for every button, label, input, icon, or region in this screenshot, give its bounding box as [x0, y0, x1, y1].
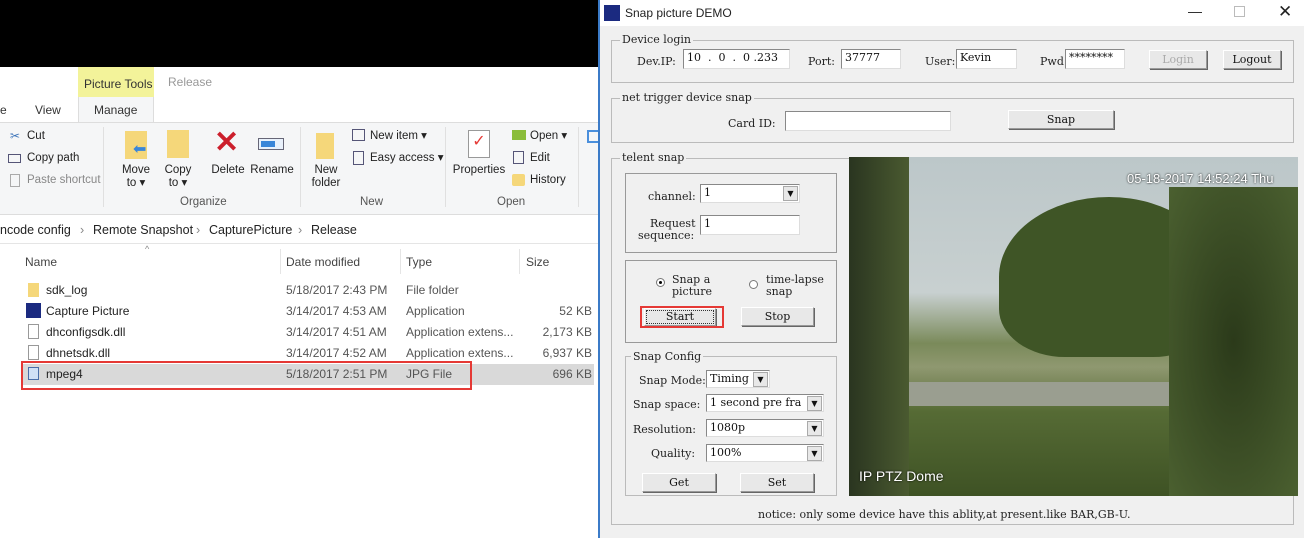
device-login-legend: Device login — [620, 33, 694, 46]
copy-path-icon — [8, 154, 21, 163]
highlight-box — [21, 361, 472, 390]
edit-icon — [513, 151, 524, 164]
breadcrumb-item[interactable]: CapturePicture — [209, 223, 292, 237]
edit-button[interactable]: Edit — [530, 152, 550, 165]
request-sequence-input[interactable]: 1 — [700, 215, 800, 235]
user-input[interactable]: Kevin — [956, 49, 1017, 69]
tab-release[interactable]: Release — [168, 75, 212, 89]
sort-up-icon: ^ — [145, 244, 150, 254]
port-input[interactable]: 37777 — [841, 49, 901, 69]
snap-button[interactable]: Snap — [1008, 110, 1114, 129]
camera-snapshot: 05-18-2017 14:52:24 Thu IP PTZ Dome — [849, 157, 1298, 496]
maximize-button[interactable] — [1234, 6, 1245, 17]
file-row[interactable]: dhconfigsdk.dll 3/14/2017 4:51 AM Applic… — [22, 322, 594, 343]
tab-manage[interactable]: Manage — [94, 103, 137, 117]
quality-select[interactable]: 100% ▼ — [706, 444, 824, 462]
file-row[interactable]: Capture Picture 3/14/2017 4:53 AM Applic… — [22, 301, 594, 322]
tab-view[interactable]: View — [35, 103, 61, 117]
folder-icon — [28, 283, 39, 297]
app-icon — [26, 303, 41, 318]
chevron-down-icon: ▼ — [753, 372, 768, 387]
column-size[interactable]: Size — [526, 255, 549, 269]
channel-select[interactable]: 1 ▼ — [700, 184, 800, 203]
get-button[interactable]: Get — [642, 473, 716, 492]
snap-picture-radio[interactable] — [656, 278, 665, 287]
minimize-button[interactable]: — — [1188, 3, 1202, 19]
cut-button[interactable]: Cut — [27, 130, 45, 143]
paste-shortcut-button[interactable]: Paste shortcut — [27, 174, 101, 187]
card-id-input[interactable] — [785, 111, 951, 131]
time-lapse-radio[interactable] — [749, 280, 758, 289]
move-to-icon: ⬅ — [125, 131, 147, 159]
move-to-button[interactable]: Move to ▾ — [118, 164, 154, 190]
new-item-icon — [352, 129, 365, 141]
cut-icon: ✂ — [10, 129, 21, 143]
delete-button[interactable]: Delete — [208, 164, 248, 177]
resolution-select[interactable]: 1080p ▼ — [706, 419, 824, 437]
new-folder-icon — [316, 133, 334, 159]
dll-icon — [28, 324, 39, 339]
snap-mode-select[interactable]: Timing ▼ — [706, 370, 770, 388]
file-explorer-window: Picture Tools Release e View Manage ✂ Cu… — [0, 67, 600, 538]
breadcrumb[interactable]: ncode config › Remote Snapshot › Capture… — [0, 220, 600, 240]
tab-picture-tools[interactable]: Picture Tools — [84, 77, 152, 91]
file-row[interactable]: sdk_log 5/18/2017 2:43 PM File folder — [22, 280, 594, 301]
copy-to-icon — [167, 130, 189, 158]
snap-space-select[interactable]: 1 second pre fra ▼ — [706, 394, 824, 412]
copy-path-button[interactable]: Copy path — [27, 152, 79, 165]
copy-to-button[interactable]: Copy to ▾ — [160, 164, 196, 190]
net-trigger-group — [611, 98, 1294, 143]
open-button[interactable]: Open ▾ — [530, 130, 567, 143]
window-title: Snap picture DEMO — [625, 6, 732, 20]
camera-label: IP PTZ Dome — [859, 468, 944, 484]
set-button[interactable]: Set — [740, 473, 814, 492]
logout-button[interactable]: Logout — [1223, 50, 1281, 69]
history-button[interactable]: History — [530, 174, 566, 187]
history-icon — [512, 174, 525, 186]
breadcrumb-item[interactable]: Remote Snapshot — [93, 223, 193, 237]
camera-timestamp: 05-18-2017 14:52:24 Thu — [1127, 171, 1274, 186]
paste-icon — [10, 174, 20, 187]
properties-icon: ✓ — [468, 130, 490, 158]
dll-icon — [28, 345, 39, 360]
group-organize: Organize — [180, 196, 227, 208]
chevron-down-icon: ▼ — [807, 446, 822, 461]
rename-button[interactable]: Rename — [250, 164, 294, 177]
tab-home[interactable]: e — [0, 103, 7, 117]
close-button[interactable]: ✕ — [1278, 2, 1292, 22]
notice-text: notice: only some device have this ablit… — [758, 508, 1131, 521]
highlight-box — [640, 306, 724, 328]
app-icon — [604, 5, 620, 21]
open-icon — [512, 130, 526, 140]
group-new: New — [360, 196, 384, 208]
breadcrumb-item[interactable]: ncode config — [0, 223, 71, 237]
chevron-down-icon: ▼ — [807, 396, 822, 411]
new-item-button[interactable]: New item ▾ — [370, 130, 427, 143]
chevron-down-icon: ▼ — [807, 421, 822, 436]
stop-button[interactable]: Stop — [741, 307, 814, 326]
dev-ip-input[interactable]: 10 . 0 . 0 .233 — [683, 49, 790, 69]
delete-icon: ✕ — [214, 126, 240, 159]
group-open: Open — [497, 196, 526, 208]
new-folder-button[interactable]: New folder — [306, 164, 346, 190]
login-button[interactable]: Login — [1149, 50, 1207, 69]
breadcrumb-item[interactable]: Release — [311, 223, 357, 237]
column-type[interactable]: Type — [406, 255, 432, 269]
column-name[interactable]: Name — [25, 255, 57, 269]
easy-access-button[interactable]: Easy access ▾ — [370, 152, 444, 165]
snap-demo-window: Snap picture DEMO — ✕ Device login Dev.I… — [598, 0, 1304, 538]
properties-button[interactable]: Properties — [452, 164, 506, 177]
rename-icon — [258, 138, 284, 150]
chevron-down-icon: ▼ — [783, 186, 798, 201]
easy-access-icon — [353, 151, 364, 165]
password-input[interactable]: ******** — [1065, 49, 1125, 69]
column-date[interactable]: Date modified — [286, 255, 360, 269]
